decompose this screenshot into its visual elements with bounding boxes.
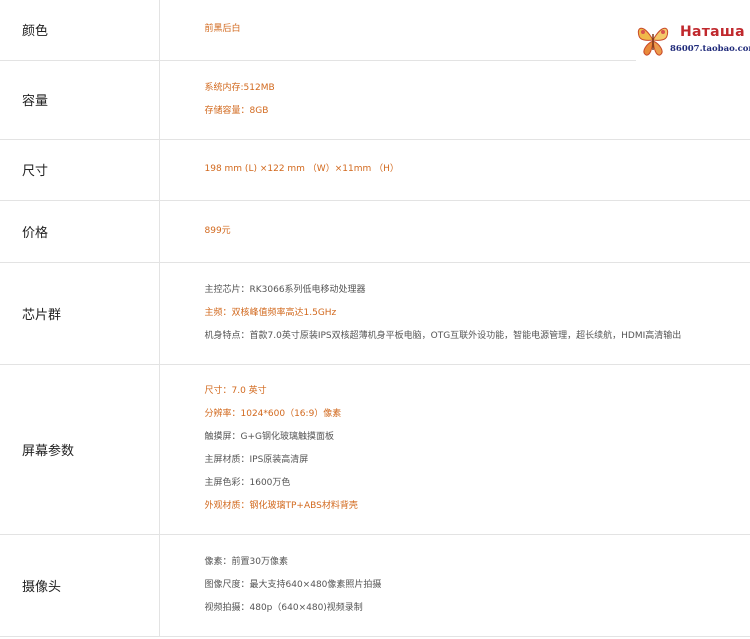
shop-name: Наташа bbox=[680, 24, 745, 40]
spec-line: 主屏色彩：1600万色 bbox=[204, 478, 291, 488]
row-label: 价格 bbox=[0, 200, 160, 263]
row-label: 芯片群 bbox=[0, 262, 160, 365]
spec-line: 分辨率：1024*600（16:9）像素 bbox=[204, 409, 342, 419]
spec-row-camera: 摄像头 像素：前置30万像素 图像尺度：最大支持640×480像素照片拍摄 视频… bbox=[0, 534, 750, 637]
spec-line: 像素：前置30万像素 bbox=[204, 556, 288, 567]
spec-row-price: 价格 899元 bbox=[0, 200, 750, 263]
spec-line: 外观材质：钢化玻璃TP+ABS材料背壳 bbox=[204, 501, 358, 511]
spec-row-chipset: 芯片群 主控芯片：RK3066系列低电移动处理器 主频：双核峰值频率高达1.5G… bbox=[0, 262, 750, 365]
row-value: 尺寸：7.0 英寸 分辨率：1024*600（16:9）像素 触摸屏：G+G钢化… bbox=[159, 364, 750, 535]
row-label: 屏幕参数 bbox=[0, 364, 160, 535]
row-value: 像素：前置30万像素 图像尺度：最大支持640×480像素照片拍摄 视频拍摄：4… bbox=[159, 534, 750, 637]
row-label: 容量 bbox=[0, 60, 160, 140]
butterfly-icon bbox=[637, 27, 669, 56]
row-label: 尺寸 bbox=[0, 139, 160, 201]
spec-line: 系统内存:512MB bbox=[204, 82, 275, 93]
row-value: 899元 bbox=[159, 200, 750, 263]
spec-line: 机身特点：首款7.0英寸原装IPS双核超薄机身平板电脑，OTG互联外设功能，智能… bbox=[204, 330, 682, 341]
spec-line: 198 mm (L) ×122 mm （W）×11mm （H） bbox=[204, 164, 399, 174]
spec-line: 存储容量：8GB bbox=[204, 105, 269, 116]
row-label: 颜色 bbox=[0, 0, 160, 61]
shop-watermark: Наташа 86007.taobao.com bbox=[636, 20, 750, 62]
row-value: 系统内存:512MB 存储容量：8GB bbox=[159, 60, 750, 140]
row-value: 主控芯片：RK3066系列低电移动处理器 主频：双核峰值频率高达1.5GHz 机… bbox=[159, 262, 750, 365]
spec-line: 图像尺度：最大支持640×480像素照片拍摄 bbox=[204, 579, 382, 590]
spec-line: 尺寸：7.0 英寸 bbox=[204, 386, 267, 396]
spec-line: 主频：双核峰值频率高达1.5GHz bbox=[204, 307, 337, 318]
spec-row-screen: 屏幕参数 尺寸：7.0 英寸 分辨率：1024*600（16:9）像素 触摸屏：… bbox=[0, 364, 750, 535]
spec-line: 主控芯片：RK3066系列低电移动处理器 bbox=[204, 284, 366, 295]
shop-url: 86007.taobao.com bbox=[670, 44, 750, 54]
spec-line: 触摸屏：G+G钢化玻璃触摸面板 bbox=[204, 432, 335, 442]
spec-row-capacity: 容量 系统内存:512MB 存储容量：8GB bbox=[0, 60, 750, 140]
row-label: 摄像头 bbox=[0, 534, 160, 637]
spec-row-size: 尺寸 198 mm (L) ×122 mm （W）×11mm （H） bbox=[0, 139, 750, 201]
spec-line: 899元 bbox=[204, 225, 231, 236]
spec-line: 视频拍摄：480p（640×480)视频录制 bbox=[204, 602, 363, 613]
spec-line: 主屏材质：IPS原装高清屏 bbox=[204, 455, 309, 465]
row-value: 198 mm (L) ×122 mm （W）×11mm （H） bbox=[159, 139, 750, 201]
spec-table: 颜色 前黑后白 容量 系统内存:512MB 存储容量：8GB 尺寸 198 mm… bbox=[0, 0, 750, 637]
